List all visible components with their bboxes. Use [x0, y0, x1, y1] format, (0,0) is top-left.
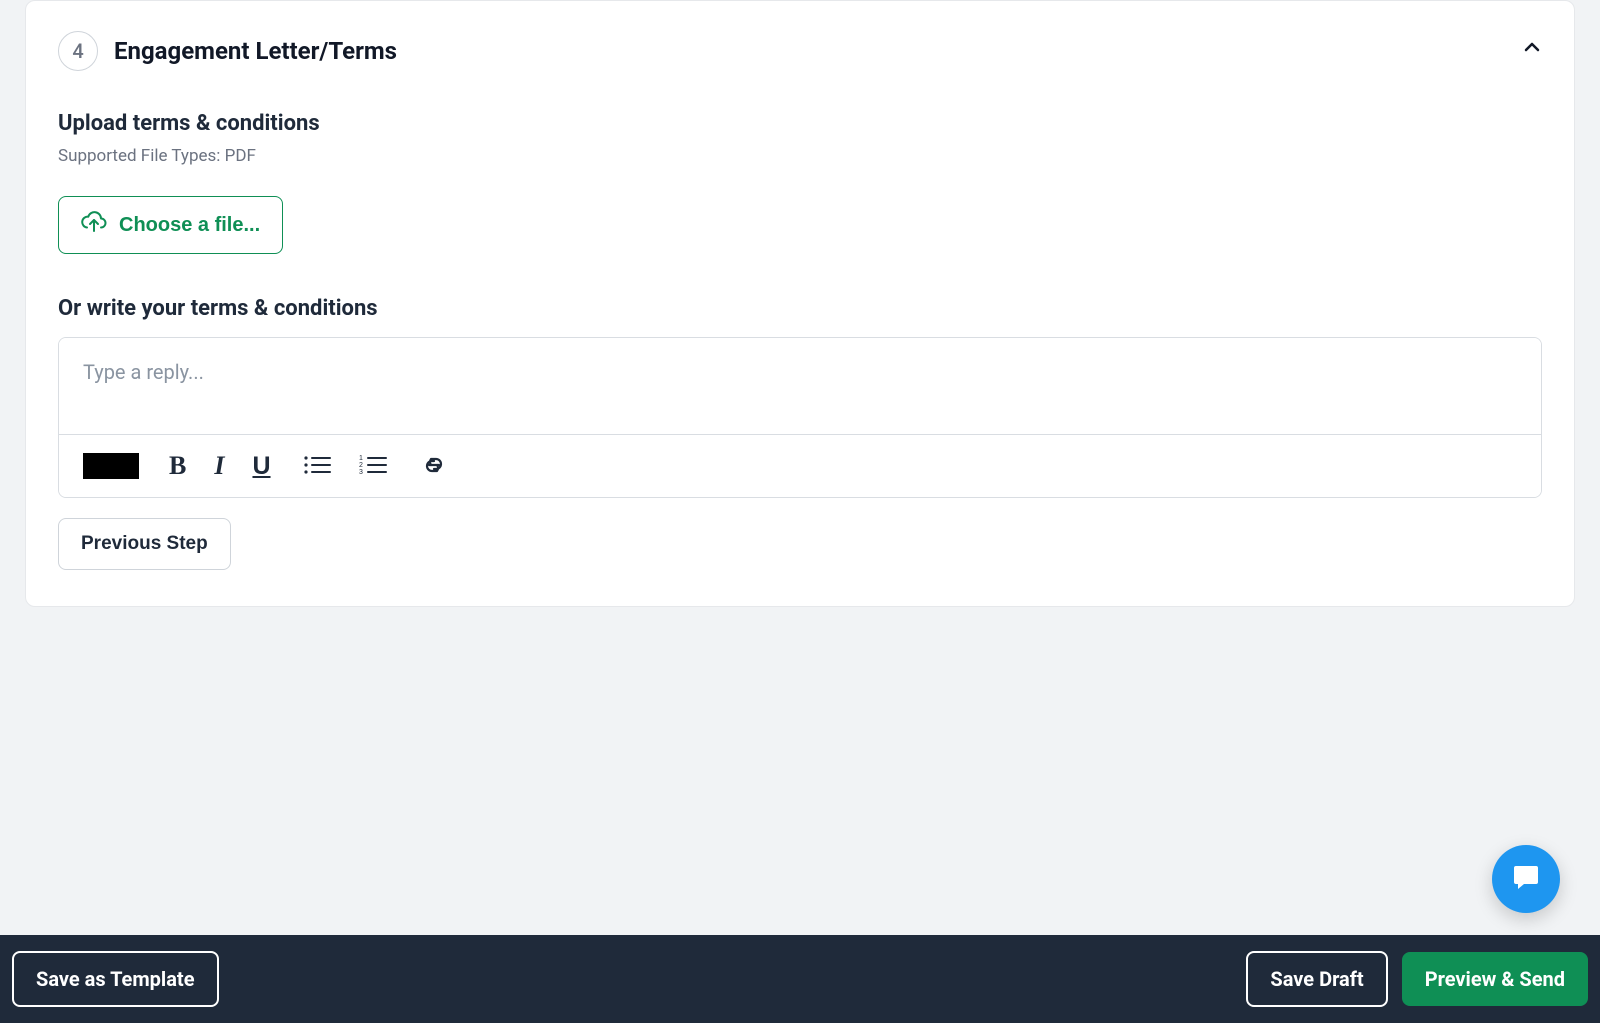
link-icon [419, 454, 449, 479]
upload-heading: Upload terms & conditions [58, 111, 1542, 136]
terms-textarea[interactable] [59, 338, 1541, 430]
rich-text-editor: B I U [58, 337, 1542, 498]
step-card: 4 Engagement Letter/Terms Upload terms &… [25, 0, 1575, 607]
bullet-list-icon [303, 454, 331, 479]
bold-button[interactable]: B [167, 449, 188, 483]
preview-send-button[interactable]: Preview & Send [1402, 952, 1588, 1006]
spacer [0, 607, 1600, 747]
footer-action-bar: Save as Template Save Draft Preview & Se… [0, 935, 1600, 1023]
section-title: Engagement Letter/Terms [114, 37, 397, 65]
format-group: B I U [167, 449, 273, 483]
collapse-toggle[interactable] [1520, 35, 1544, 63]
chevron-up-icon [1520, 44, 1544, 63]
save-as-template-button[interactable]: Save as Template [12, 951, 219, 1007]
footer-right-group: Save Draft Preview & Send [1246, 951, 1588, 1007]
chat-widget-button[interactable] [1492, 845, 1560, 913]
save-as-template-label: Save as Template [36, 967, 195, 991]
previous-step-button[interactable]: Previous Step [58, 518, 231, 570]
cloud-upload-icon [81, 211, 107, 239]
underline-button[interactable]: U [250, 450, 272, 483]
underline-icon: U [252, 452, 270, 481]
link-group [417, 452, 451, 481]
write-heading: Or write your terms & conditions [58, 296, 1542, 321]
step-number-circle: 4 [58, 31, 98, 71]
numbered-list-button[interactable]: 1 2 3 [357, 452, 389, 481]
link-button[interactable] [417, 452, 451, 481]
svg-text:3: 3 [359, 469, 363, 476]
svg-text:2: 2 [359, 462, 363, 469]
choose-file-button[interactable]: Choose a file... [58, 196, 283, 254]
text-color-swatch[interactable] [83, 453, 139, 479]
list-group: 1 2 3 [301, 452, 389, 481]
svg-text:1: 1 [359, 455, 363, 462]
preview-send-label: Preview & Send [1425, 967, 1565, 991]
section-header: 4 Engagement Letter/Terms [58, 31, 1542, 71]
save-draft-label: Save Draft [1270, 967, 1363, 991]
chat-icon [1510, 861, 1542, 897]
italic-icon: I [214, 451, 224, 481]
supported-file-types: Supported File Types: PDF [58, 146, 1542, 166]
bullet-list-button[interactable] [301, 452, 333, 481]
save-draft-button[interactable]: Save Draft [1246, 951, 1387, 1007]
previous-step-label: Previous Step [81, 533, 208, 554]
editor-toolbar: B I U [59, 434, 1541, 497]
italic-button[interactable]: I [212, 449, 226, 483]
choose-file-label: Choose a file... [119, 214, 260, 237]
numbered-list-icon: 1 2 3 [359, 454, 387, 479]
step-number: 4 [72, 39, 83, 63]
bold-icon: B [169, 451, 186, 481]
